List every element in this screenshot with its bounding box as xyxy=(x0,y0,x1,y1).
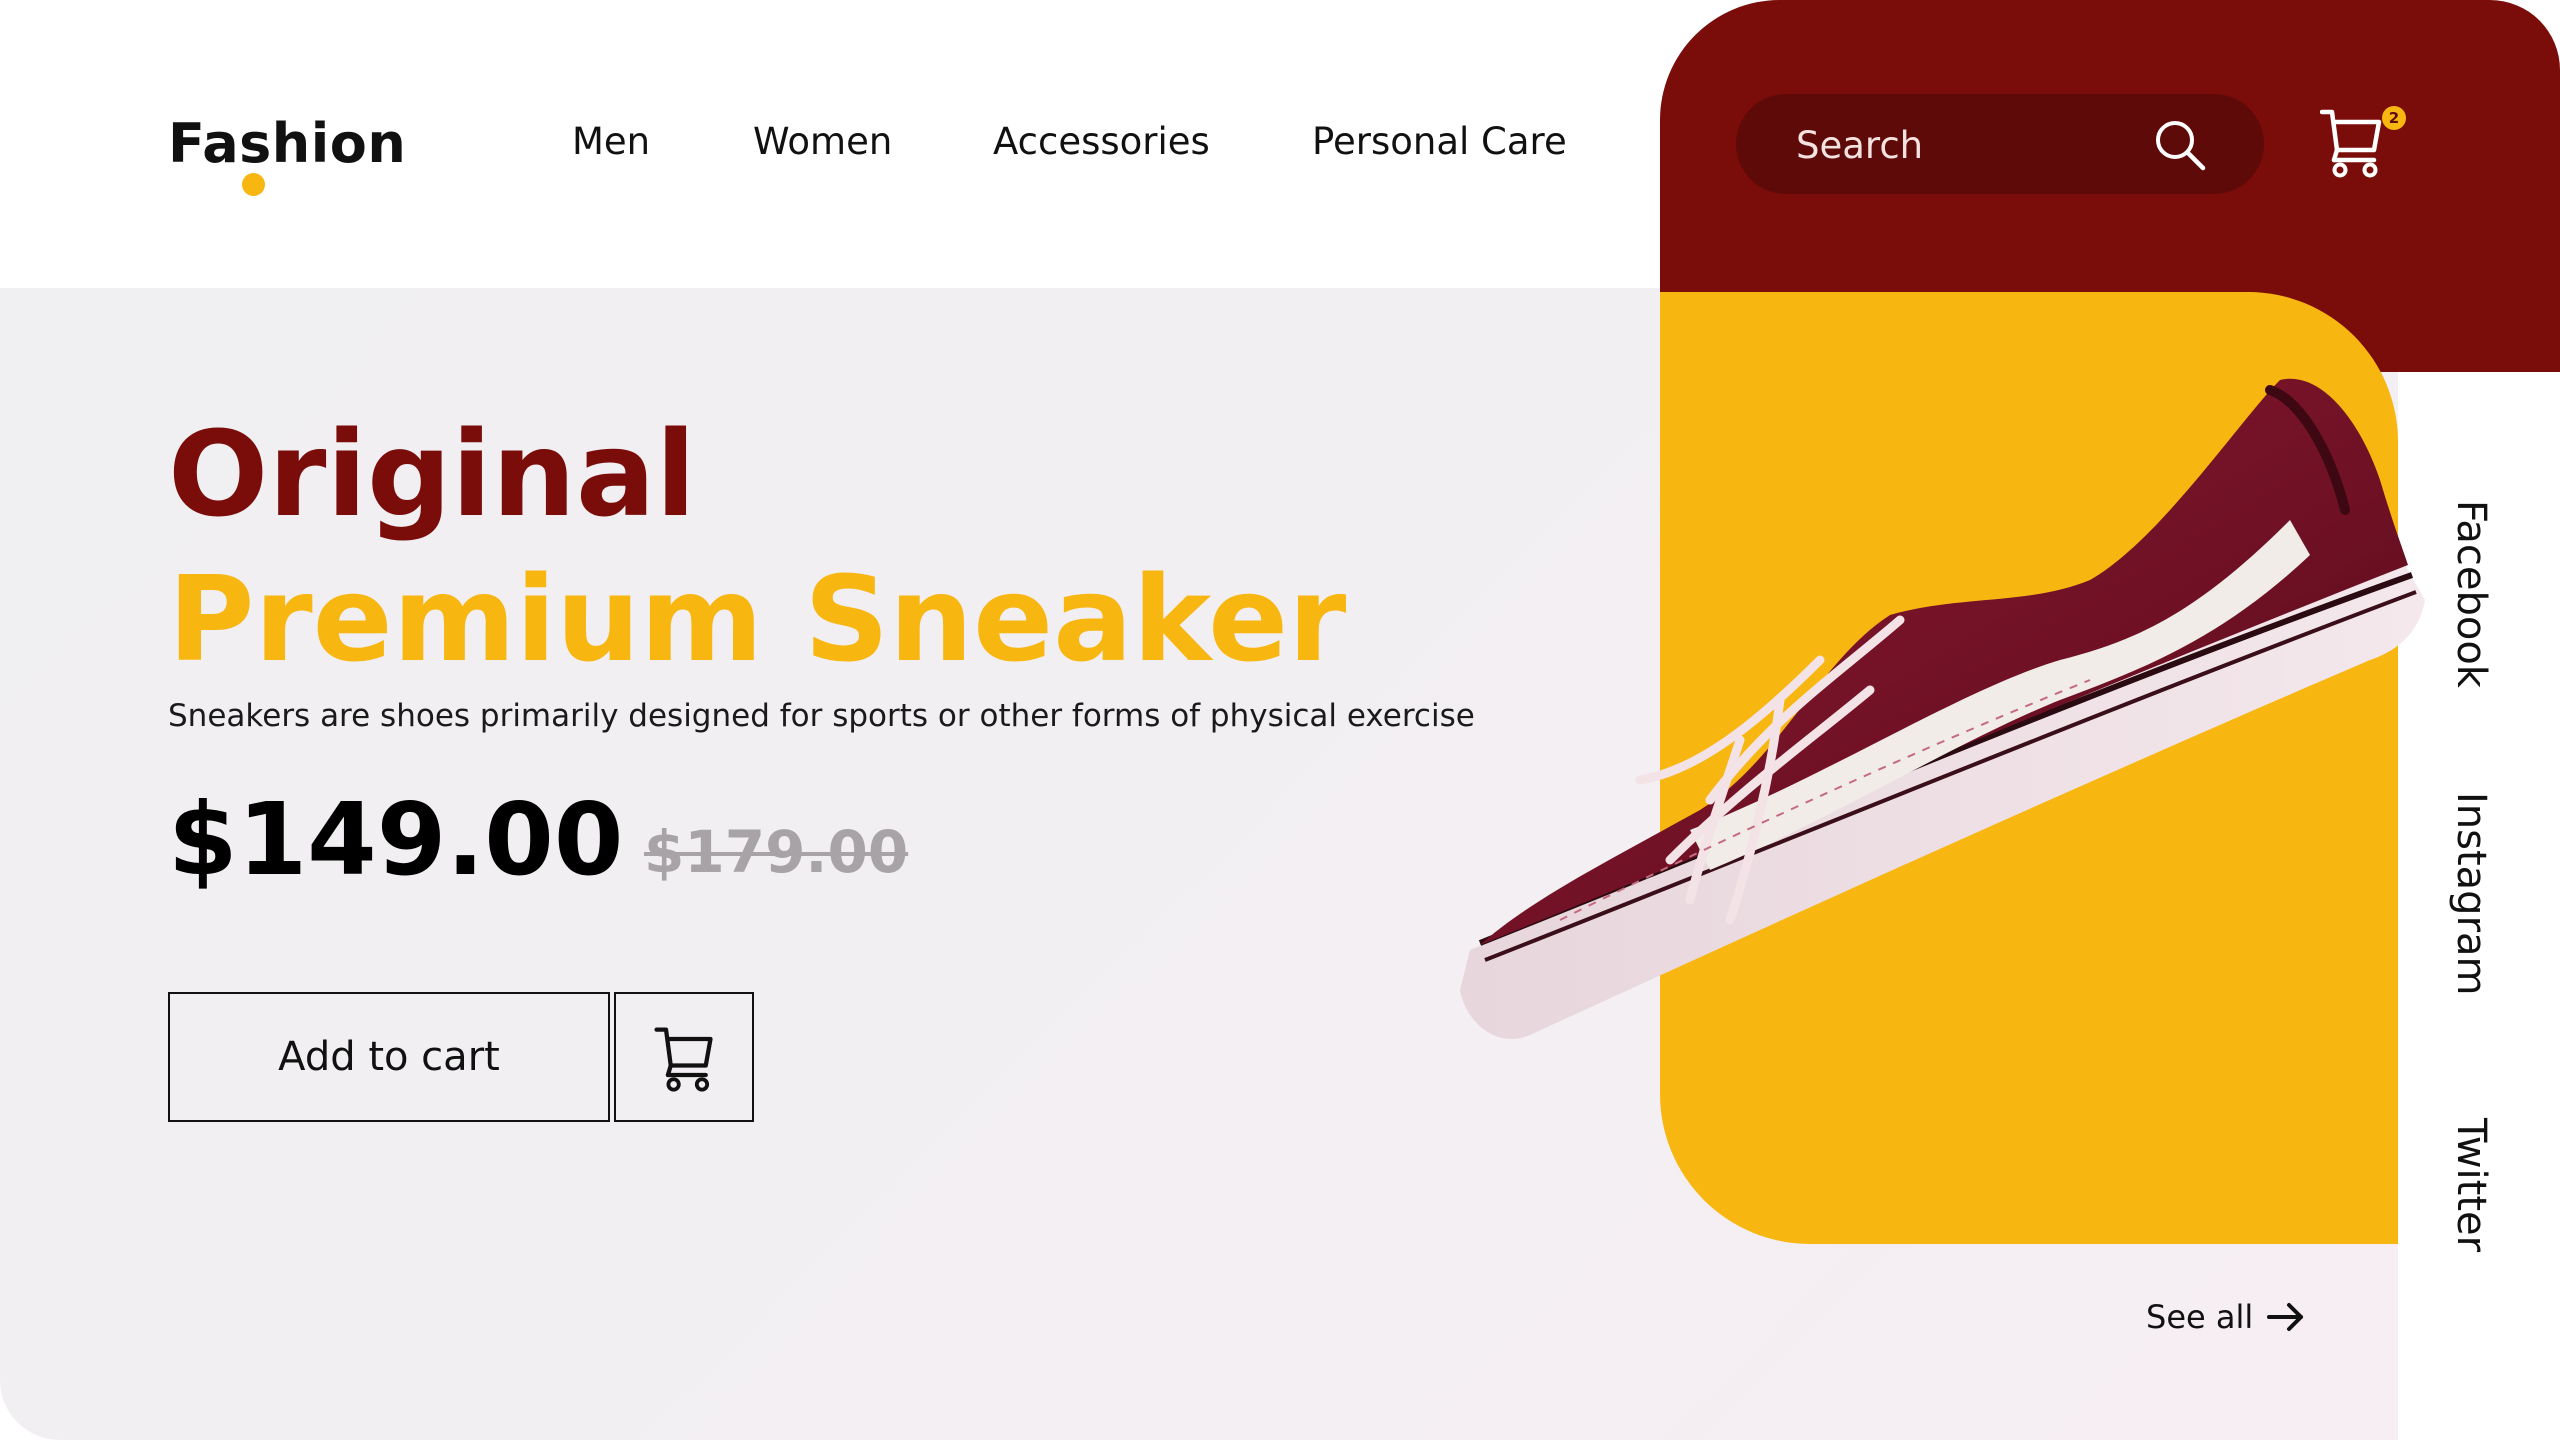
see-all-link[interactable]: See all xyxy=(2146,1298,2305,1336)
search-bar xyxy=(1736,94,2264,194)
nav-item-men[interactable]: Men xyxy=(572,120,650,163)
social-link-facebook[interactable]: Facebook xyxy=(2448,500,2494,688)
hero-title-line2: Premium Sneaker xyxy=(168,550,1347,688)
logo-dot xyxy=(242,173,265,196)
brand-logo[interactable]: Fashion xyxy=(168,112,406,175)
sneaker-image xyxy=(1460,378,2425,1039)
see-all-label: See all xyxy=(2146,1298,2254,1336)
nav-item-accessories[interactable]: Accessories xyxy=(993,120,1210,163)
social-link-twitter[interactable]: Twitter xyxy=(2448,1118,2494,1252)
hero-description: Sneakers are shoes primarily designed fo… xyxy=(168,698,1475,734)
cart-icon xyxy=(654,1027,713,1092)
cart-icon[interactable] xyxy=(2320,104,2382,178)
arrow-right-icon xyxy=(2267,1303,2304,1331)
original-price: $179.00 xyxy=(644,818,909,886)
social-link-instagram[interactable]: Instagram xyxy=(2448,792,2494,996)
search-icon[interactable] xyxy=(2152,117,2208,173)
cart-quick-button[interactable] xyxy=(614,992,754,1122)
search-input[interactable] xyxy=(1794,118,2158,172)
nav-item-women[interactable]: Women xyxy=(753,120,892,163)
add-to-cart-button[interactable]: Add to cart xyxy=(168,992,610,1122)
current-price: $149.00 xyxy=(168,781,624,898)
hero-title-line1: Original xyxy=(168,405,696,543)
cart-count-badge: 2 xyxy=(2382,106,2406,130)
nav-item-personal-care[interactable]: Personal Care xyxy=(1312,120,1567,163)
